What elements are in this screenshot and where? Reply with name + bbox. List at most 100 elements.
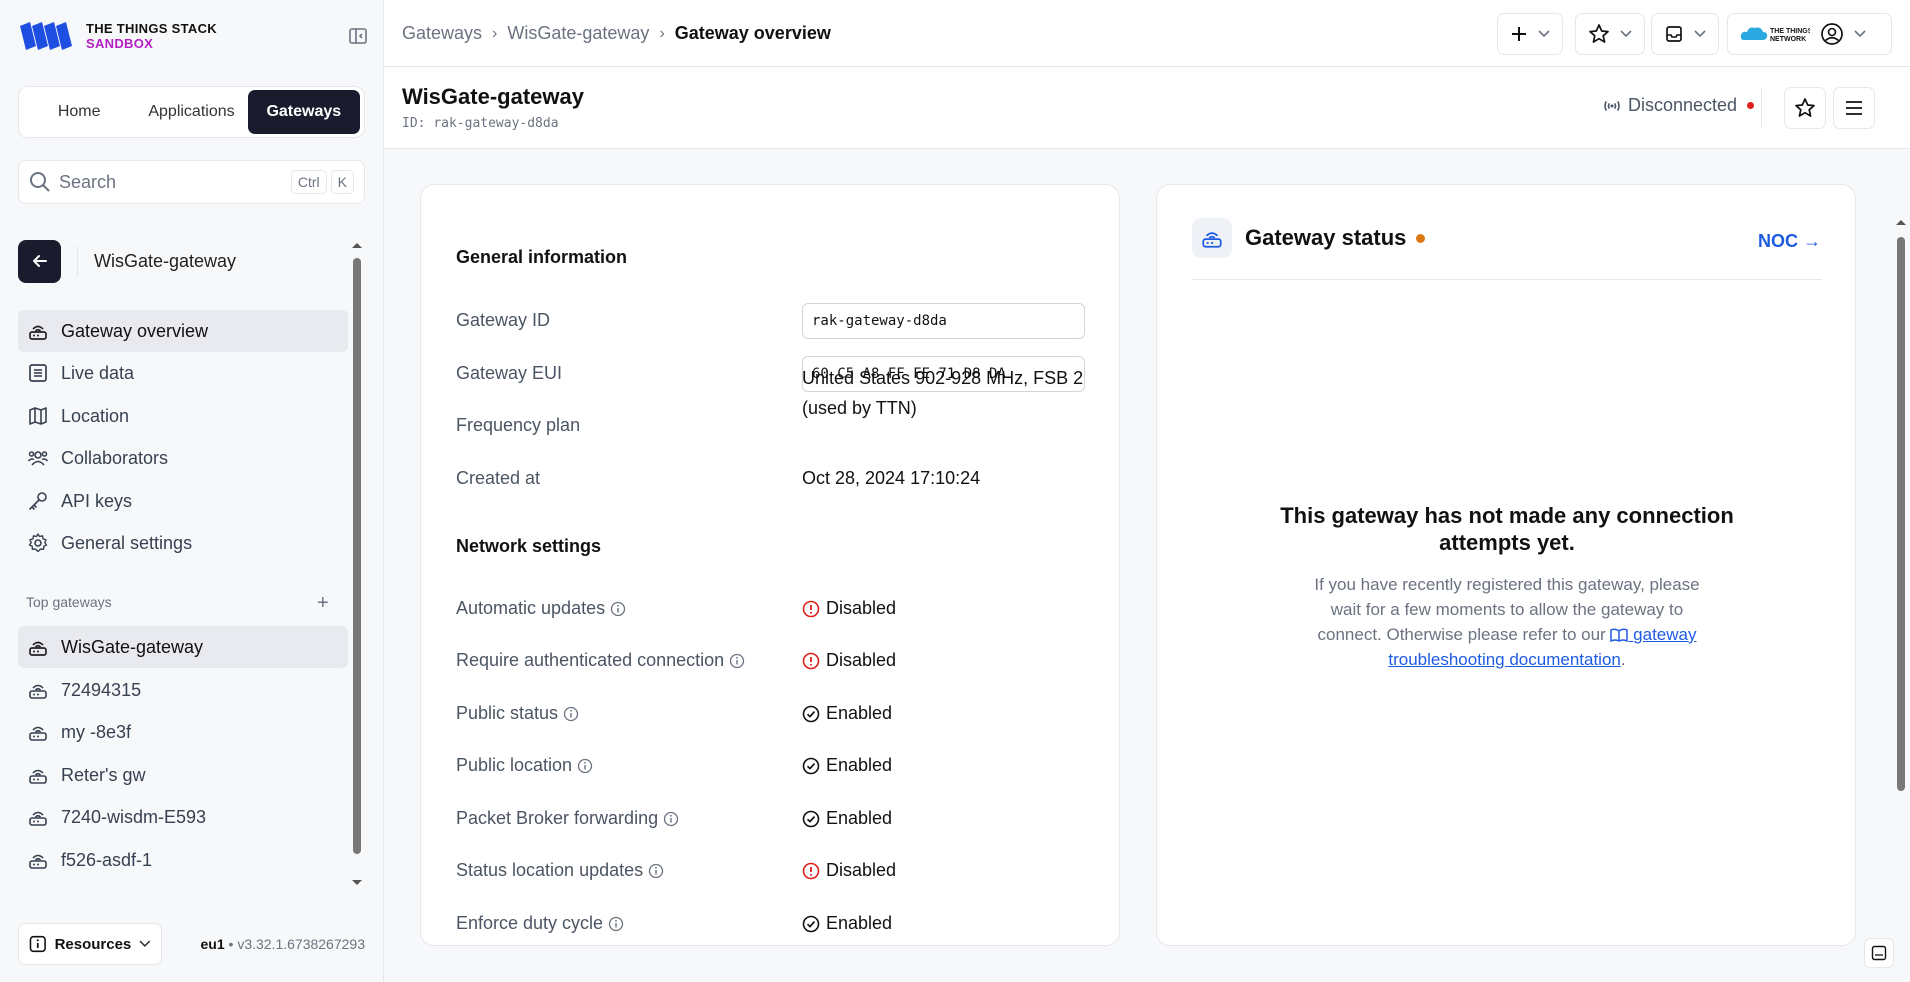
profile-menu-button[interactable]: THE THINGS NETWORK [1727,13,1892,55]
top-gateway-item[interactable]: Reter's gw [18,754,348,796]
alert-circle-icon [802,652,820,669]
add-gateway-plus-icon[interactable]: + [317,592,329,615]
frequency-plan-value: United States 902-928 MHz, FSB 2 (used b… [802,368,1084,418]
setting-label-text: Automatic updates [456,598,606,618]
sidebar-collapse-icon[interactable] [348,26,368,46]
top-gateway-item[interactable]: f526-asdf-1 [18,839,348,881]
chevron-down-icon [139,940,151,948]
gateway-id-field[interactable]: rak-gateway-d8da [802,303,1085,339]
plus-icon [1512,27,1526,41]
breadcrumb-gateways[interactable]: Gateways [402,23,482,44]
sidebar-item-live-data[interactable]: Live data [18,352,348,394]
gateway-context-header: WisGate-gateway [18,239,348,283]
signal-icon [1604,100,1620,111]
gateway-status-header: Gateway status [1192,218,1426,258]
version-label: v3.32.1.6738267293 [237,936,365,952]
top-gateway-item[interactable]: 72494315 [18,669,348,711]
setting-value-text: Enabled [826,755,893,775]
sidebar-item-gateway-overview[interactable]: Gateway overview [18,310,348,352]
id-prefix: ID: [402,116,426,131]
sidebar-item-general-settings[interactable]: General settings [18,522,348,564]
chevron-down-icon [1694,30,1706,38]
scrollbar-thumb[interactable] [353,258,361,854]
gateway-status-card: Gateway status NOC → This gateway has no… [1156,184,1856,946]
top-gateway-item[interactable]: 7240-wisdm-E593 [18,796,348,838]
sidebar-item-location[interactable]: Location [18,395,348,437]
info-tooltip-icon[interactable] [648,863,664,879]
svg-text:THE THINGS: THE THINGS [1770,28,1810,35]
chevron-down-icon [1538,30,1550,38]
setting-value-disabled: Disabled [802,650,896,671]
chevron-down-icon [1620,30,1632,38]
info-tooltip-icon[interactable] [610,601,626,617]
id-value: rak-gateway-d8da [433,116,559,131]
breadcrumb: Gateways › WisGate-gateway › Gateway ove… [402,23,831,44]
empty-state-body: If you have recently registered this gat… [1307,572,1707,672]
sidebar-item-api-keys[interactable]: API keys [18,480,348,522]
setting-value-text: Disabled [826,650,897,670]
status-dot [1747,102,1755,109]
tab-applications[interactable]: Applications [135,90,247,134]
feedback-button[interactable] [1864,938,1894,968]
top-gateway-label: 7240-wisdm-E593 [61,806,207,827]
logo[interactable]: THE THINGS STACK SANDBOX [18,20,217,52]
setting-label-text: Require authenticated connection [456,650,725,670]
hamburger-menu-icon [1846,101,1862,115]
brand-line-1: THE THINGS STACK [86,21,217,36]
top-gateway-item[interactable]: my -8e3f [18,711,348,753]
the-things-network-logo-icon: THE THINGSNETWORK [1740,27,1810,43]
info-tooltip-icon[interactable] [577,758,593,774]
setting-value-disabled: Disabled [802,598,896,619]
resources-button[interactable]: Resources [18,923,162,965]
setting-value-enabled: Enabled [802,703,892,724]
message-square-icon [1871,945,1887,961]
top-gateway-label: Reter's gw [61,764,146,785]
gateway-icon [29,854,47,869]
sidebar-item-label: General settings [61,532,193,553]
sidebar-item-collaborators[interactable]: Collaborators [18,437,348,479]
empty-state-title: This gateway has not made any connection… [1280,503,1734,555]
info-tooltip-icon[interactable] [663,811,679,827]
info-tooltip-icon[interactable] [729,653,745,669]
page-header: WisGate-gateway ID: rak-gateway-d8da Dis… [384,67,1910,149]
add-menu-button[interactable] [1497,13,1563,55]
info-tooltip-icon[interactable] [608,916,624,932]
created-at-label: Created at [456,468,541,488]
general-information-card: General information Gateway ID rak-gatew… [420,184,1120,946]
setting-label: Packet Broker forwarding [456,808,679,829]
setting-label: Status location updates [456,860,664,881]
top-gateway-label: f526-asdf-1 [61,849,153,870]
noc-link[interactable]: NOC → [1758,231,1821,252]
setting-label-text: Packet Broker forwarding [456,808,659,828]
bookmarks-menu-button[interactable] [1575,13,1645,55]
setting-label-text: Public location [456,755,573,775]
breadcrumb-gateway[interactable]: WisGate-gateway [507,23,649,44]
connection-status-label: Disconnected [1628,95,1738,115]
check-circle-icon [802,757,820,774]
setting-value-text: Disabled [826,860,897,880]
tab-gateways[interactable]: Gateways [247,90,360,134]
setting-value-enabled: Enabled [802,913,892,934]
scrollbar-thumb[interactable] [1897,237,1905,791]
info-tooltip-icon[interactable] [563,706,579,722]
key-icon [29,492,47,510]
main-scrollbar[interactable] [1893,217,1909,982]
top-bar: Gateways › WisGate-gateway › Gateway ove… [384,0,1910,67]
top-gateway-item[interactable]: WisGate-gateway [18,626,348,668]
setting-label: Public location [456,755,593,776]
page-title: WisGate-gateway [402,84,584,109]
gateway-status-title: Gateway status [1245,225,1407,250]
tab-home[interactable]: Home [23,90,135,134]
chevron-right-icon: › [492,24,498,42]
notifications-menu-button[interactable] [1651,13,1719,55]
version-info: eu1 • v3.32.1.6738267293 [200,936,366,952]
sidebar-scrollbar[interactable] [351,240,363,888]
alert-circle-icon [802,862,820,879]
search-input[interactable]: Search Ctrl K [18,160,365,204]
back-button[interactable] [18,239,61,283]
scroll-down-icon [352,880,362,885]
setting-value-enabled: Enabled [802,808,892,829]
more-menu-button[interactable] [1833,87,1875,129]
bookmark-button[interactable] [1784,87,1826,129]
section-title: Network settings [456,536,602,556]
